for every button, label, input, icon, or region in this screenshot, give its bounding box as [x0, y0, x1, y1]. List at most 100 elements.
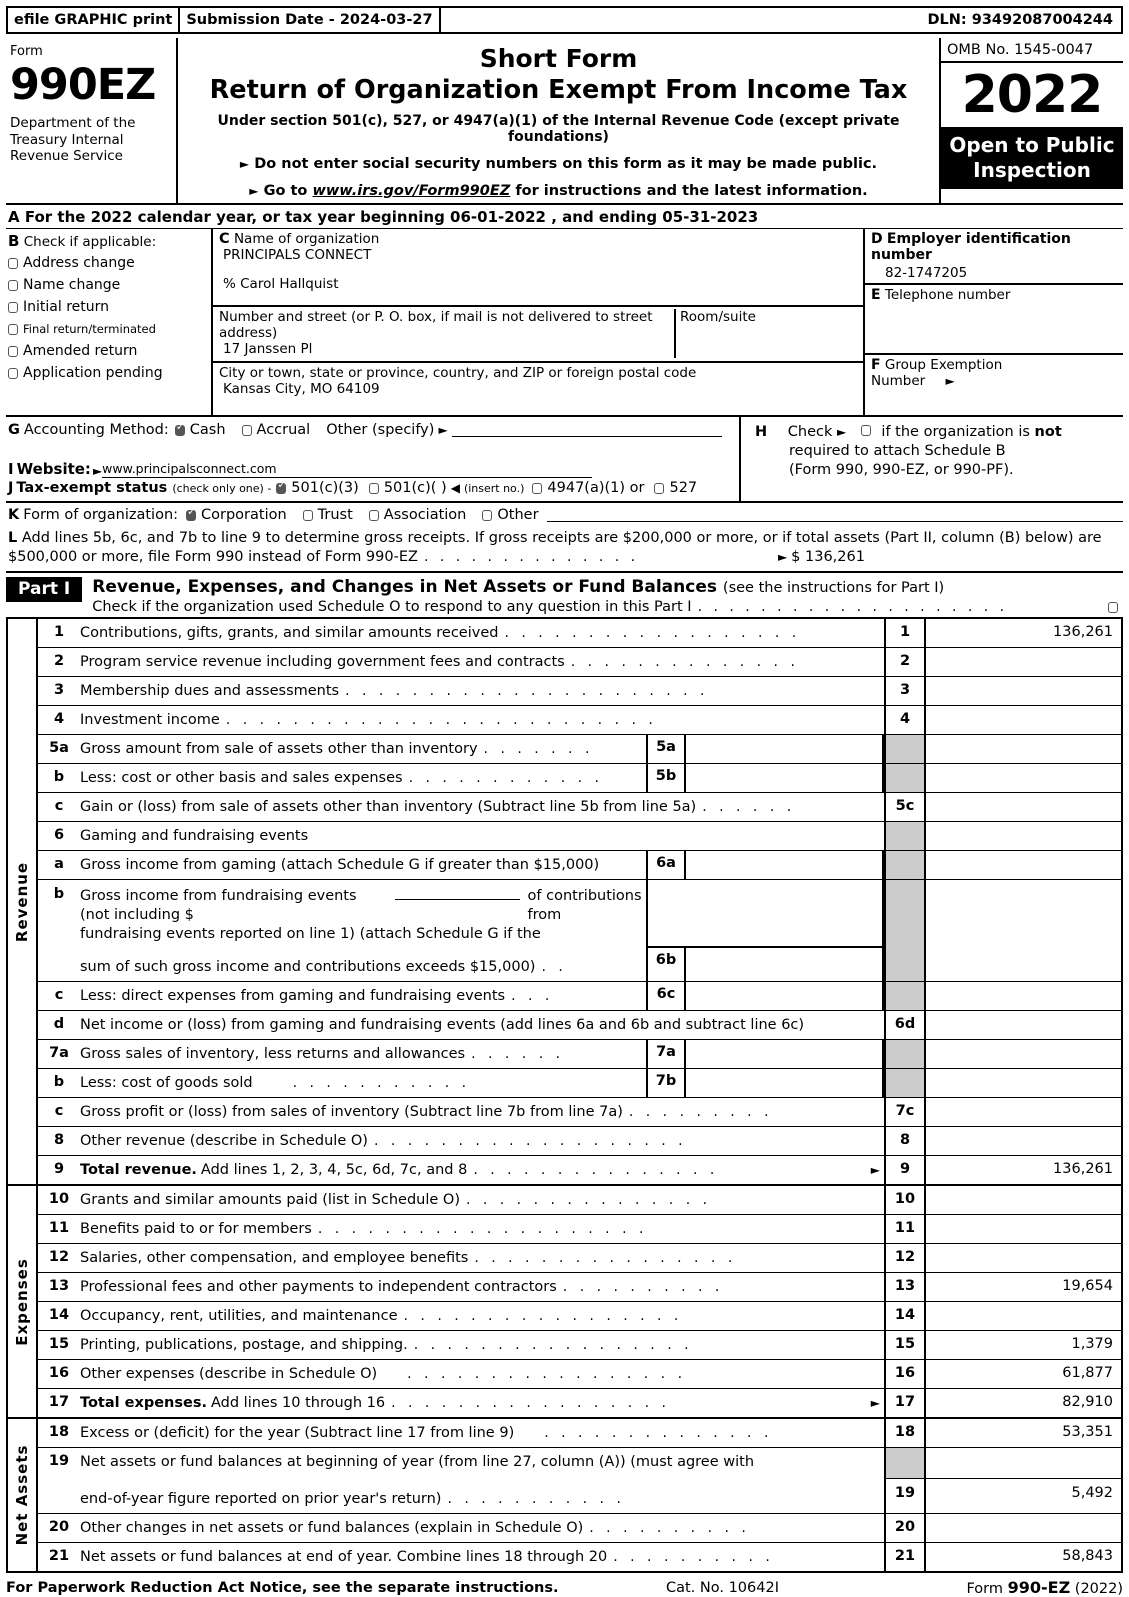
line-amount[interactable]: [926, 1127, 1121, 1155]
leader-dots: . . . . . . . . . . . . . .: [544, 1425, 773, 1441]
line-amount[interactable]: [926, 706, 1121, 734]
line-amount[interactable]: [926, 648, 1121, 676]
line-description-cell: Less: cost or other basis and sales expe…: [80, 764, 646, 792]
leader-dots: . . . . . . . . . . . . . . . . . . . .: [317, 1221, 648, 1237]
irs-form990ez-link[interactable]: www.irs.gov/Form990EZ: [312, 183, 510, 199]
table-row: 16 Other expenses (describe in Schedule …: [38, 1360, 1121, 1389]
triangle-left-icon: ◀: [450, 481, 460, 495]
line-amount[interactable]: [926, 1514, 1121, 1542]
checkbox-4947a1-icon[interactable]: [532, 482, 543, 494]
checkbox-amended-return[interactable]: Amended return: [8, 341, 211, 361]
org-name-value: PRINCIPALS CONNECT: [223, 247, 372, 263]
line-number: 21: [48, 1548, 70, 1564]
line-19-row1: Net assets or fund balances at beginning…: [80, 1454, 755, 1470]
line-amount[interactable]: 61,877: [926, 1360, 1121, 1388]
line-amount[interactable]: 1,379: [926, 1331, 1121, 1359]
checkbox-corporation-icon[interactable]: [186, 506, 196, 521]
line-description: Occupancy, rent, utilities, and maintena…: [80, 1308, 398, 1324]
checkbox-icon[interactable]: [8, 279, 18, 291]
checkbox-part-i-schedule-o-icon[interactable]: [1108, 601, 1118, 613]
checkbox-schedule-b-icon[interactable]: [860, 425, 871, 436]
table-row: 19 Net assets or fund balances at beginn…: [38, 1448, 1121, 1514]
checkbox-association-icon[interactable]: [368, 509, 379, 521]
line-amount[interactable]: [926, 1302, 1121, 1330]
checkbox-initial-return[interactable]: Initial return: [8, 297, 211, 317]
line-description-cell: Net assets or fund balances at beginning…: [80, 1448, 884, 1513]
sub-box-number: 6b: [648, 946, 686, 981]
sub-box-amount[interactable]: [686, 851, 882, 879]
checkbox-cash-icon[interactable]: [174, 421, 185, 436]
checkbox-icon[interactable]: [8, 345, 18, 357]
checkbox-icon[interactable]: [8, 301, 18, 313]
line-description-cell: Grants and similar amounts paid (list in…: [80, 1186, 884, 1214]
line-amount[interactable]: 19,654: [926, 1273, 1121, 1301]
section-b-letter: B: [8, 232, 20, 250]
line-amount[interactable]: [926, 1186, 1121, 1214]
line-number: 20: [48, 1519, 70, 1535]
line-amount[interactable]: [926, 793, 1121, 821]
sub-box-amount[interactable]: [686, 982, 882, 1010]
line-description-cell: Salaries, other compensation, and employ…: [80, 1244, 884, 1272]
efile-header-bar: efile GRAPHIC print Submission Date - 20…: [6, 6, 1123, 34]
sub-box-amount[interactable]: [686, 1040, 882, 1068]
line-box-number: 19: [894, 1485, 916, 1501]
line-description-cell: Gross sales of inventory, less returns a…: [80, 1040, 646, 1068]
other-specify-input[interactable]: [451, 423, 722, 437]
line-number: 19: [48, 1453, 70, 1469]
line-amount[interactable]: [926, 677, 1121, 705]
line-amount[interactable]: [926, 1244, 1121, 1272]
line-amount[interactable]: 136,261: [926, 619, 1121, 647]
line-amount[interactable]: 53,351: [926, 1419, 1121, 1447]
line-amount[interactable]: 136,261: [926, 1156, 1121, 1184]
line-number: b: [53, 769, 65, 785]
table-row: b Gross income from fundraising events (…: [38, 880, 1121, 982]
checkbox-trust-icon[interactable]: [302, 509, 313, 521]
checkbox-527-icon[interactable]: [654, 482, 665, 494]
section-h-line1-post: if the organization is: [881, 424, 1035, 440]
checkbox-final-return-terminated[interactable]: Final return/terminated: [8, 319, 211, 339]
footer-form-number: 990-EZ: [1007, 1578, 1071, 1597]
line-description: Net income or (loss) from gaming and fun…: [80, 1017, 805, 1033]
line-amount[interactable]: 82,910: [926, 1389, 1121, 1417]
checkbox-accrual-icon[interactable]: [241, 424, 252, 436]
section-l-line2: $500,000 or more, file Form 990 instead …: [8, 549, 418, 565]
sub-box-amount[interactable]: [686, 1069, 882, 1097]
accounting-and-schedule-b-block: G Accounting Method: Cash Accrual Other …: [6, 417, 1123, 503]
sub-box-amount[interactable]: [686, 764, 882, 792]
checkbox-501c3-icon[interactable]: [276, 479, 287, 494]
line-box-number: 7c: [884, 1098, 926, 1126]
other-org-input[interactable]: [546, 509, 1123, 522]
section-f-caption: F Group Exemption: [871, 357, 1119, 373]
leader-dots-part-i: . . . . . . . . . . . . . . . . . . . .: [697, 599, 1008, 615]
efile-dln: DLN: 93492087004244: [927, 12, 1113, 28]
masthead-right: OMB No. 1545-0047 2022 Open to Public In…: [941, 38, 1123, 203]
checkbox-icon[interactable]: [8, 367, 18, 379]
omb-number: OMB No. 1545-0047: [941, 38, 1123, 63]
sub-amount-box: 6a: [646, 851, 884, 879]
line-amount[interactable]: [926, 1215, 1121, 1243]
line-amount[interactable]: [926, 1098, 1121, 1126]
website-value[interactable]: www.principalsconnect.com: [102, 461, 593, 478]
leader-dots: . . . . . . . . . . . . . . .: [473, 1162, 719, 1178]
leader-dots: . . . . . . . . . . . . . . . .: [474, 1250, 737, 1266]
line-amount: [926, 822, 1121, 850]
checkbox-other-org-icon[interactable]: [482, 509, 493, 521]
checkbox-application-pending[interactable]: Application pending: [8, 363, 211, 383]
sub-box-amount[interactable]: [686, 946, 882, 981]
sub-box-amount[interactable]: [686, 735, 882, 763]
form-main-title: Return of Organization Exempt From Incom…: [209, 75, 908, 105]
line-6b-blank-input[interactable]: [395, 885, 520, 900]
line-description-bold: Total revenue.: [80, 1162, 197, 1178]
line-amount[interactable]: [926, 1011, 1121, 1039]
checkbox-501c-icon[interactable]: [368, 482, 379, 494]
ssn-notice-text: Do not enter social security numbers on …: [254, 156, 878, 172]
other-specify-label: Other (specify): [326, 422, 435, 438]
line-amount[interactable]: 58,843: [926, 1543, 1121, 1571]
checkbox-icon[interactable]: [8, 257, 18, 269]
checkbox-icon[interactable]: [8, 323, 18, 335]
checkbox-address-change[interactable]: Address change: [8, 253, 211, 273]
line-box-number: 2: [884, 648, 926, 676]
checkbox-name-change[interactable]: Name change: [8, 275, 211, 295]
section-k-l-block: K Form of organization: Corporation Trus…: [6, 503, 1123, 573]
line-amount[interactable]: 5,492: [926, 1479, 1121, 1513]
